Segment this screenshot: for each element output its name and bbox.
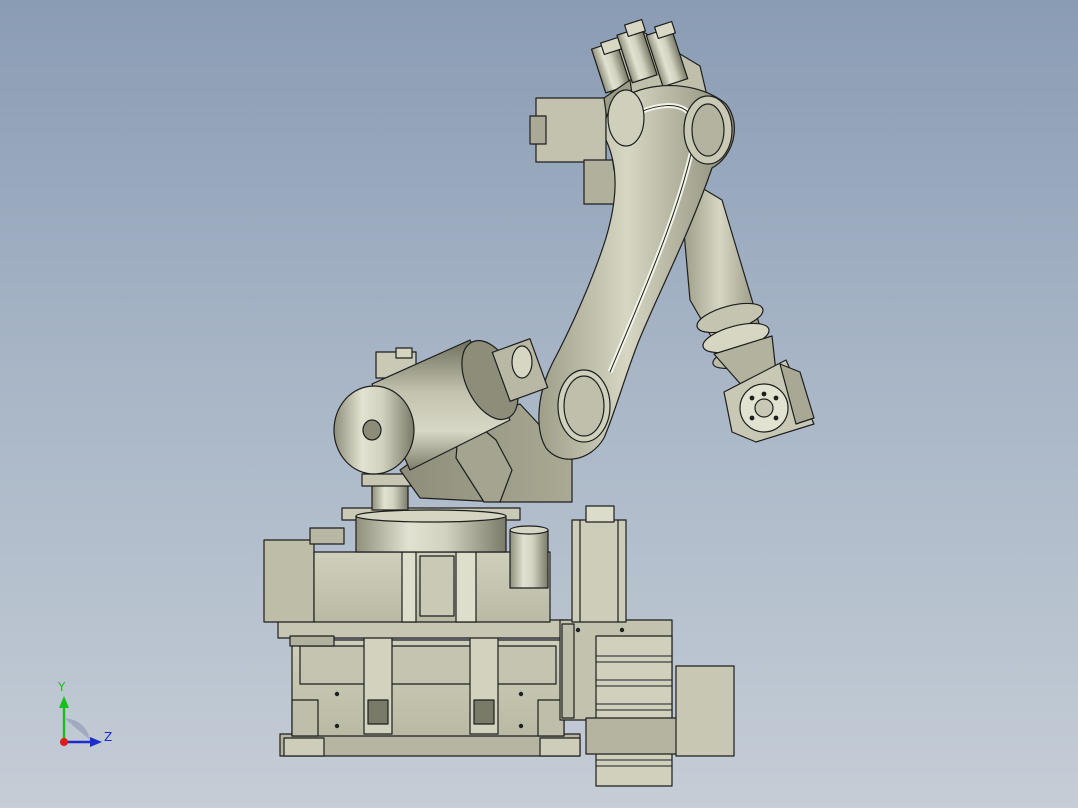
robot-arm-model[interactable] bbox=[0, 0, 1078, 808]
forearm-link bbox=[683, 187, 777, 389]
cad-graphics-viewport[interactable]: Y Z bbox=[0, 0, 1078, 808]
y-axis-label: Y bbox=[58, 680, 66, 694]
axis-arrows-icon bbox=[59, 696, 102, 747]
z-axis-label: Z bbox=[104, 730, 113, 744]
base-platform bbox=[277, 619, 581, 757]
view-orientation-triad: Y Z bbox=[52, 680, 122, 756]
side-cable-chain bbox=[559, 619, 735, 787]
